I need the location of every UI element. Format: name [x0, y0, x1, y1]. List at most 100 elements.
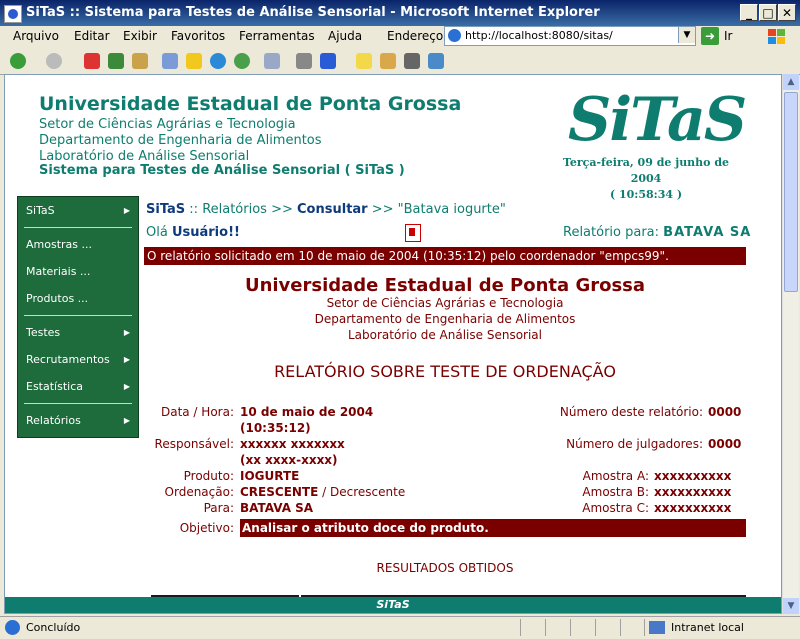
print-icon[interactable]: [296, 53, 312, 69]
home-icon[interactable]: [132, 53, 148, 69]
history-icon[interactable]: [234, 53, 250, 69]
report-department: Departamento de Engenharia de Alimentos: [314, 312, 576, 326]
page-footer: SiTaS: [5, 597, 781, 613]
address-dropdown-icon[interactable]: ▼: [678, 27, 695, 43]
submenu-arrow-icon: ▶: [123, 328, 130, 337]
product-label: Produto:: [183, 469, 234, 483]
results-heading: RESULTADOS OBTIDOS: [376, 561, 514, 575]
minimize-button[interactable]: _: [740, 4, 758, 21]
sidebar-item-label: Relatórios: [26, 414, 81, 427]
breadcrumb-item: "Batava iogurte": [397, 202, 506, 217]
submenu-arrow-icon: ▶: [123, 355, 130, 364]
sidebar-item-testes[interactable]: Testes ▶: [18, 322, 138, 344]
header-datetime: Terça-feira, 09 de junho de 2004 ( 10:58…: [551, 155, 741, 203]
date-value: 10 de maio de 2004: [240, 405, 374, 419]
mail-icon[interactable]: [264, 53, 280, 69]
media-icon[interactable]: [210, 53, 226, 69]
menu-favoritos[interactable]: Favoritos: [171, 29, 225, 43]
report-for-label: Relatório para:: [563, 225, 664, 240]
report-for: Relatório para: BATAVA SA: [563, 225, 751, 240]
breadcrumb-separator: >>: [266, 202, 298, 217]
judges-value: 0000: [708, 437, 742, 451]
status-text: Concluído: [26, 621, 81, 634]
sidebar-item-estatistica[interactable]: Estatística ▶: [18, 376, 138, 398]
address-bar[interactable]: http://localhost:8080/sitas/ ▼: [444, 26, 696, 46]
sidebar-item-materiais[interactable]: Materiais ...: [18, 261, 138, 283]
search-icon[interactable]: [162, 53, 178, 69]
report-lab: Laboratório de Análise Sensorial: [347, 328, 542, 342]
report-for-value: BATAVA SA: [663, 225, 752, 240]
sidebar-item-recrutamentos[interactable]: Recrutamentos ▶: [18, 349, 138, 371]
research-icon[interactable]: [380, 53, 396, 69]
sample-a-value: xxxxxxxxxx: [654, 469, 732, 483]
address-url[interactable]: http://localhost:8080/sitas/: [465, 29, 613, 42]
go-arrow-icon[interactable]: ➜: [701, 27, 719, 45]
stop-icon[interactable]: [84, 53, 100, 69]
page-done-icon: [5, 620, 20, 635]
back-icon[interactable]: [10, 53, 26, 69]
judges-label: Número de julgadores:: [566, 437, 703, 451]
report-sector: Setor de Ciências Agrárias e Tecnologia: [326, 296, 564, 310]
sidebar-item-label: Materiais ...: [26, 265, 91, 278]
scroll-down-icon[interactable]: ▼: [783, 598, 799, 614]
responsible-phone: (xx xxxx-xxxx): [240, 453, 338, 467]
menu-ferramentas[interactable]: Ferramentas: [239, 29, 315, 43]
sidebar-divider: [24, 315, 132, 316]
favorites-icon[interactable]: [186, 53, 202, 69]
scroll-up-icon[interactable]: ▲: [783, 74, 799, 90]
sample-c-label: Amostra C:: [582, 501, 649, 515]
header-time: ( 10:58:34 ): [609, 188, 683, 201]
sidebar-item-produtos[interactable]: Produtos ...: [18, 288, 138, 310]
sidebar-item-label: Amostras ...: [26, 238, 92, 251]
close-button[interactable]: ✕: [778, 4, 796, 21]
refresh-icon[interactable]: [108, 53, 124, 69]
go-button[interactable]: Ir: [724, 29, 732, 43]
header-department: Departamento de Engenharia de Alimentos: [39, 133, 322, 148]
menu-arquivo[interactable]: Arquivo: [13, 29, 59, 43]
header-university: Universidade Estadual de Ponta Grossa: [39, 93, 462, 115]
report-message: O relatório solicitado em 10 de maio de …: [147, 249, 669, 263]
maximize-button[interactable]: □: [759, 4, 777, 21]
responsible-value: xxxxxx xxxxxxx: [240, 437, 345, 451]
header-lab: Laboratório de Análise Sensorial: [39, 149, 250, 164]
discuss-icon[interactable]: [356, 53, 372, 69]
tools-icon[interactable]: [428, 53, 444, 69]
sample-b-value: xxxxxxxxxx: [654, 485, 732, 499]
scroll-thumb[interactable]: [784, 92, 798, 292]
sidebar-item-relatorios[interactable]: Relatórios ▶: [18, 410, 138, 432]
pdf-export-icon[interactable]: [405, 224, 421, 242]
order-alternative: / Decrescente: [318, 485, 406, 499]
order-selected: CRESCENTE: [240, 485, 319, 499]
edit-word-icon[interactable]: [320, 53, 336, 69]
for-value: BATAVA SA: [240, 501, 314, 515]
messenger-icon[interactable]: [404, 53, 420, 69]
security-zone: Intranet local: [644, 619, 795, 636]
forward-icon[interactable]: [46, 53, 62, 69]
objective-bar: Analisar o atributo doce do produto.: [240, 519, 746, 537]
header-sector: Setor de Ciências Agrárias e Tecnologia: [39, 117, 296, 132]
sidebar-item-sitas[interactable]: SiTaS ▶: [18, 200, 138, 222]
order-label: Ordenação:: [164, 485, 234, 499]
menu-ajuda[interactable]: Ajuda: [328, 29, 362, 43]
sitas-logo: SiTaS: [568, 85, 747, 155]
sidebar-item-amostras[interactable]: Amostras ...: [18, 234, 138, 256]
menu-editar[interactable]: Editar: [74, 29, 110, 43]
breadcrumb-consultar-link[interactable]: Consultar: [297, 202, 368, 217]
vertical-scrollbar[interactable]: ▲ ▼: [782, 74, 799, 614]
breadcrumb-root-link[interactable]: SiTaS: [146, 202, 185, 217]
greeting-prefix: Olá: [146, 225, 172, 240]
status-divider: [520, 619, 521, 636]
greeting: Olá Usuário!!: [146, 225, 240, 240]
sidebar-divider: [24, 403, 132, 404]
status-divider: [570, 619, 571, 636]
status-divider: [595, 619, 596, 636]
menu-exibir[interactable]: Exibir: [123, 29, 157, 43]
window-title-bar: SiTaS :: Sistema para Testes de Análise …: [0, 0, 800, 26]
address-label: Endereço: [387, 29, 444, 43]
sample-a-label: Amostra A:: [582, 469, 649, 483]
breadcrumb-section: Relatórios: [202, 202, 267, 217]
zone-text: Intranet local: [671, 621, 744, 634]
sample-b-label: Amostra B:: [582, 485, 649, 499]
objective-value: Analisar o atributo doce do produto.: [242, 521, 489, 535]
for-label: Para:: [203, 501, 234, 515]
